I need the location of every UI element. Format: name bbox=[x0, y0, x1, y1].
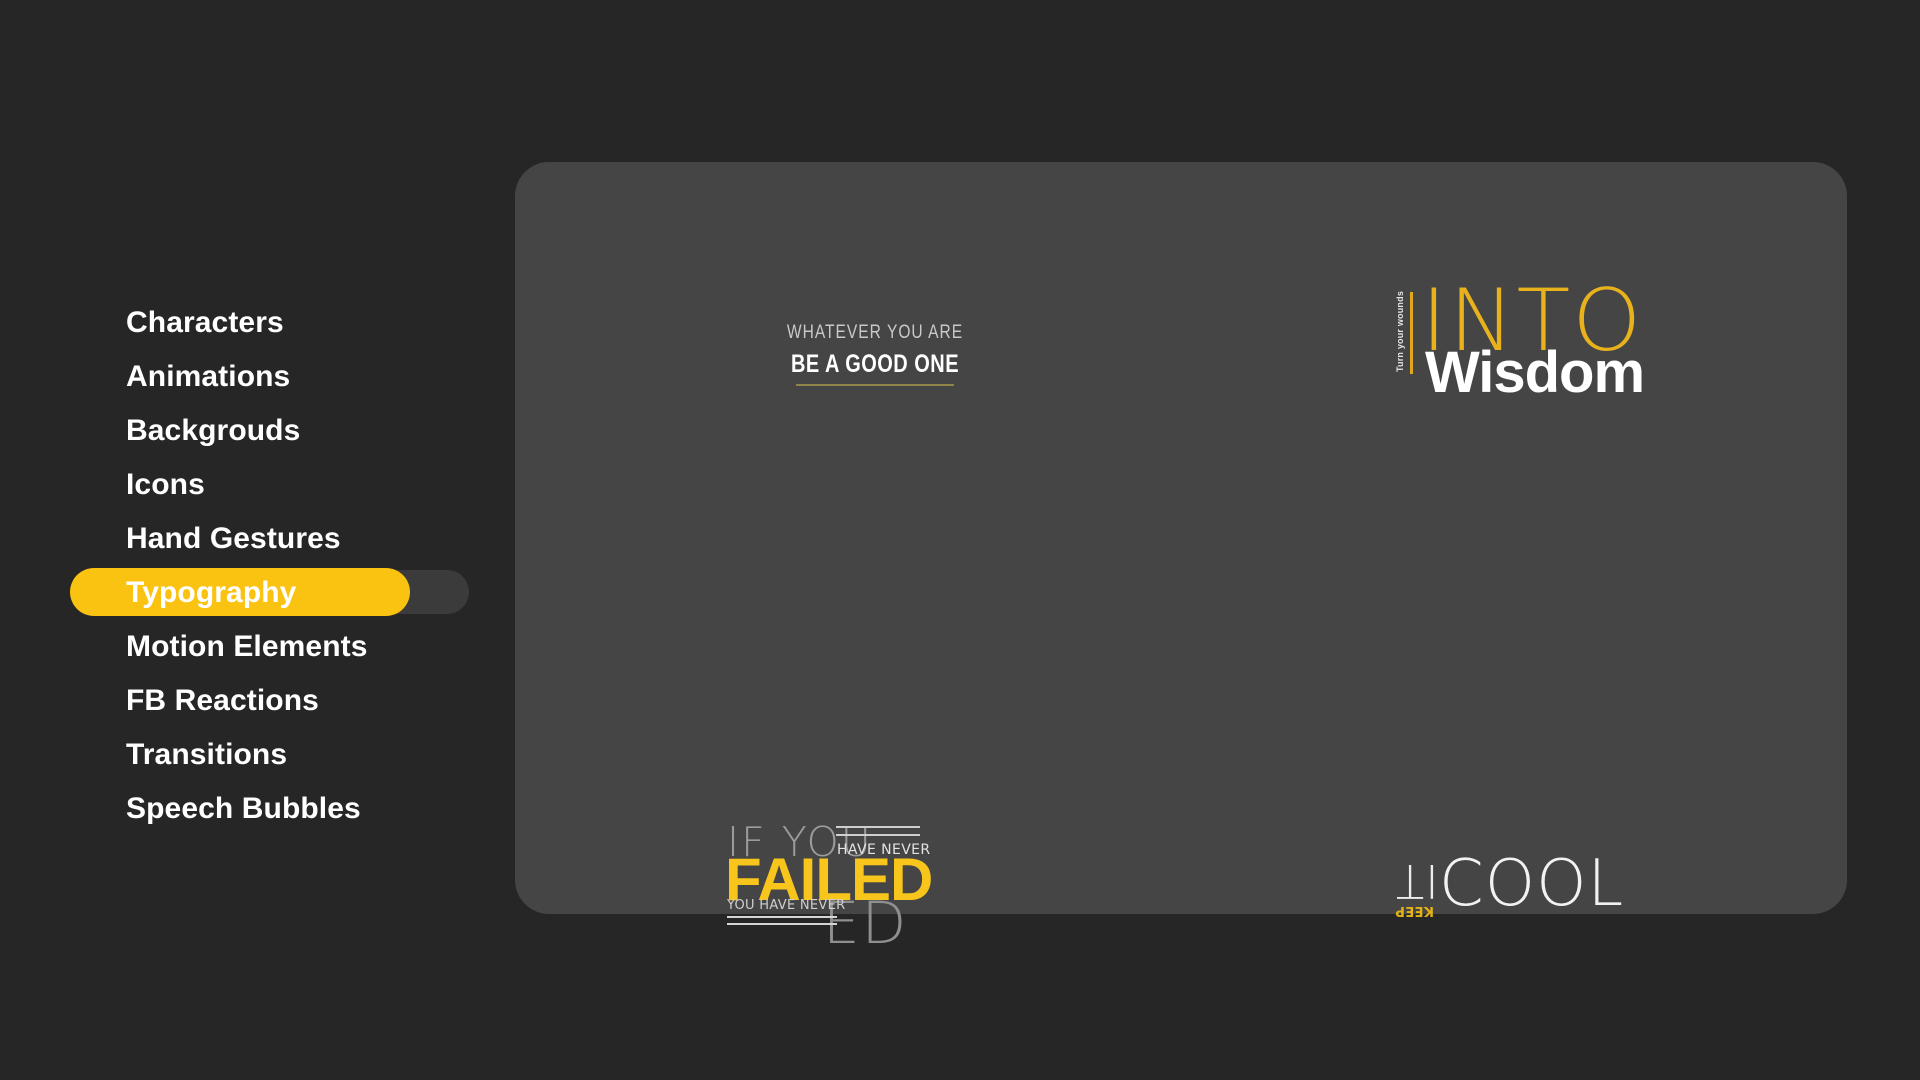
accent-bar bbox=[1410, 292, 1413, 374]
sample-line-main: BE A GOOD ONE bbox=[790, 350, 960, 378]
sample-word-rotated: IT bbox=[1395, 854, 1439, 908]
typography-sample-keep-it-cool[interactable]: IT KEEP COOL bbox=[1395, 852, 1695, 942]
sidebar-item-label: Icons bbox=[126, 468, 205, 501]
sidebar-item-characters[interactable]: Characters bbox=[0, 296, 480, 350]
sidebar-item-fb-reactions[interactable]: FB Reactions bbox=[0, 674, 480, 728]
sidebar-item-hand-gestures[interactable]: Hand Gestures bbox=[0, 512, 480, 566]
sidebar-item-label: Animations bbox=[126, 360, 291, 393]
app-root: Characters Animations Backgrouds Icons H… bbox=[0, 0, 1920, 1080]
sidebar-item-animations[interactable]: Animations bbox=[0, 350, 480, 404]
sidebar-item-typography[interactable]: Typography bbox=[0, 566, 480, 620]
sidebar-item-label: Typography bbox=[126, 576, 297, 609]
category-sidebar: Characters Animations Backgrouds Icons H… bbox=[0, 296, 480, 836]
sample-word-main: COOL bbox=[1439, 847, 1625, 921]
sample-word-rotated-accent: KEEP bbox=[1395, 903, 1434, 918]
sidebar-item-label: Speech Bubbles bbox=[126, 792, 361, 825]
rule-top-upper bbox=[836, 826, 920, 828]
sidebar-item-label: FB Reactions bbox=[126, 684, 319, 717]
rule-bottom-lower bbox=[727, 923, 837, 925]
sidebar-item-label: Motion Elements bbox=[126, 630, 368, 663]
sidebar-item-icons[interactable]: Icons bbox=[0, 458, 480, 512]
sidebar-item-speech-bubbles[interactable]: Speech Bubbles bbox=[0, 782, 480, 836]
sidebar-item-label: Transitions bbox=[126, 738, 288, 771]
sample-vertical-text: Turn your wounds bbox=[1395, 290, 1405, 372]
sidebar-item-backgrounds[interactable]: Backgrouds bbox=[0, 404, 480, 458]
sidebar-item-label: Hand Gestures bbox=[126, 522, 341, 555]
sidebar-item-transitions[interactable]: Transitions bbox=[0, 728, 480, 782]
rule-bottom-upper bbox=[727, 916, 837, 918]
sidebar-item-label: Characters bbox=[126, 306, 284, 339]
sidebar-item-label: Backgrouds bbox=[126, 414, 301, 447]
rule-top-lower bbox=[836, 834, 920, 836]
sample-line-top: WHATEVER YOU ARE bbox=[786, 322, 964, 343]
underline-rule bbox=[796, 384, 954, 386]
typography-preview-panel: WHATEVER YOU ARE BE A GOOD ONE Turn your… bbox=[515, 162, 1847, 952]
sidebar-item-motion-elements[interactable]: Motion Elements bbox=[0, 620, 480, 674]
sample-line-small-bottom: YOU HAVE NEVER bbox=[727, 898, 846, 913]
sample-word-bold: Wisdom bbox=[1425, 340, 1645, 405]
typography-sample-be-a-good-one[interactable]: WHATEVER YOU ARE BE A GOOD ONE bbox=[745, 322, 1005, 386]
